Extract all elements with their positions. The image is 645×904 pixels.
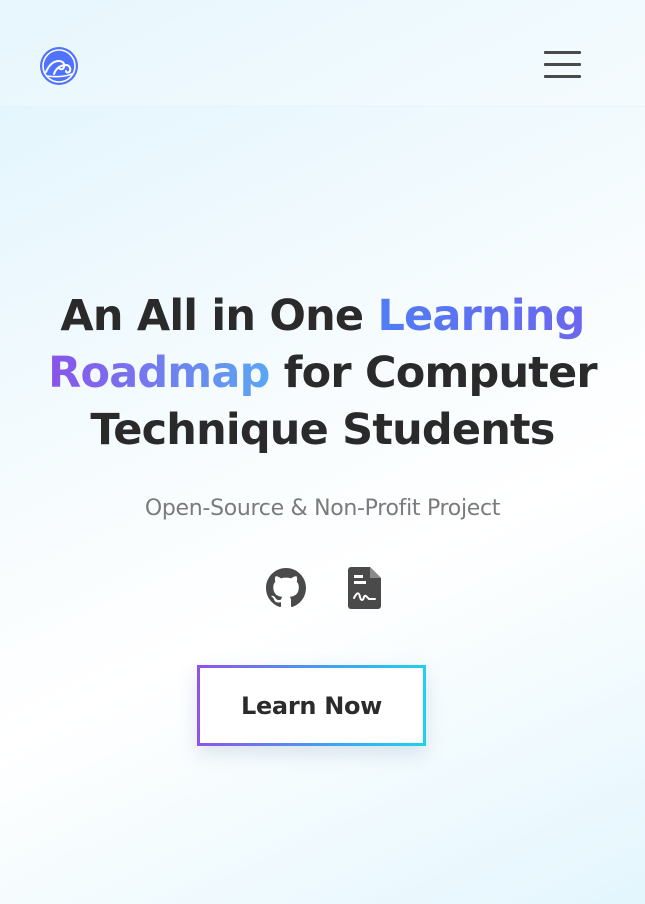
headline-highlight-learning: Learning: [377, 291, 585, 341]
learn-now-button-inner: Learn Now: [200, 668, 423, 743]
hero-subtitle: Open-Source & Non-Profit Project: [144, 496, 501, 521]
document-icon[interactable]: [348, 567, 381, 609]
learn-now-label: Learn Now: [240, 691, 383, 720]
learn-now-button[interactable]: Learn Now: [197, 665, 426, 746]
hero-headline: An All in One Learning Roadmap for Comput…: [0, 288, 645, 459]
github-icon[interactable]: [266, 568, 306, 608]
headline-highlight-roadmap: Roadmap: [48, 348, 270, 398]
navbar: [0, 0, 645, 107]
headline-text-1: An All in One: [60, 291, 378, 341]
hamburger-menu-icon[interactable]: [544, 49, 581, 79]
wave-logo-icon[interactable]: [40, 47, 78, 85]
